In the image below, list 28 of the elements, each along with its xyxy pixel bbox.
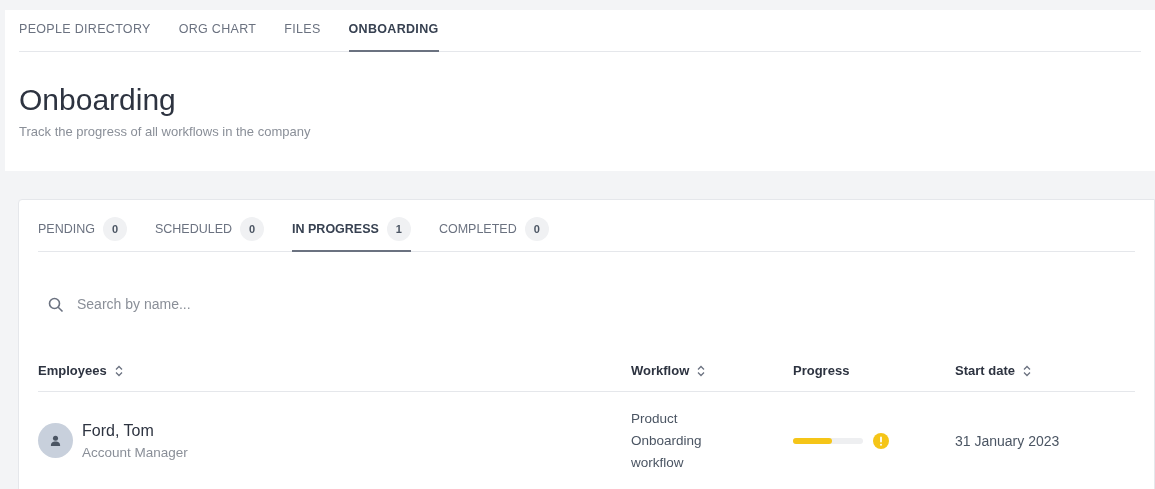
workflow-name: Product Onboarding workflow: [631, 409, 703, 472]
nav-tab[interactable]: ONBOARDING: [348, 20, 439, 52]
column-header: Workflow: [631, 362, 690, 381]
column-header: Employees: [38, 362, 107, 381]
search-field[interactable]: Search by name...: [77, 294, 377, 316]
page-title: Onboarding: [19, 81, 177, 118]
column-header: Progress: [793, 362, 850, 381]
start-date: 31 January 2023: [955, 432, 1060, 449]
status-tab[interactable]: PENDING 0: [38, 217, 127, 253]
person-icon: [50, 435, 61, 447]
status-tab[interactable]: SCHEDULED 0: [154, 217, 265, 253]
sort-icon[interactable]: [1022, 365, 1031, 377]
count-badge: 1: [386, 217, 411, 242]
column-header: Start date: [955, 362, 1015, 381]
nav-tab[interactable]: FILES: [284, 20, 321, 52]
employee-role: Account Manager: [82, 443, 188, 462]
nav-tab[interactable]: PEOPLE DIRECTORY: [19, 20, 151, 52]
sort-icon[interactable]: [697, 365, 706, 377]
status-tab[interactable]: COMPLETED 0: [438, 217, 549, 253]
employee-name: Ford, Tom: [82, 420, 155, 441]
status-tab[interactable]: IN PROGRESS 1: [292, 217, 411, 253]
nav-tab[interactable]: ORG CHART: [178, 20, 257, 52]
search-icon: [48, 296, 64, 313]
sort-icon[interactable]: [114, 365, 123, 377]
count-badge: 0: [102, 217, 127, 242]
count-badge: 0: [240, 217, 265, 242]
page-subtitle: Track the progress of all workflows in the company: [19, 122, 312, 141]
count-badge: 0: [524, 217, 549, 242]
